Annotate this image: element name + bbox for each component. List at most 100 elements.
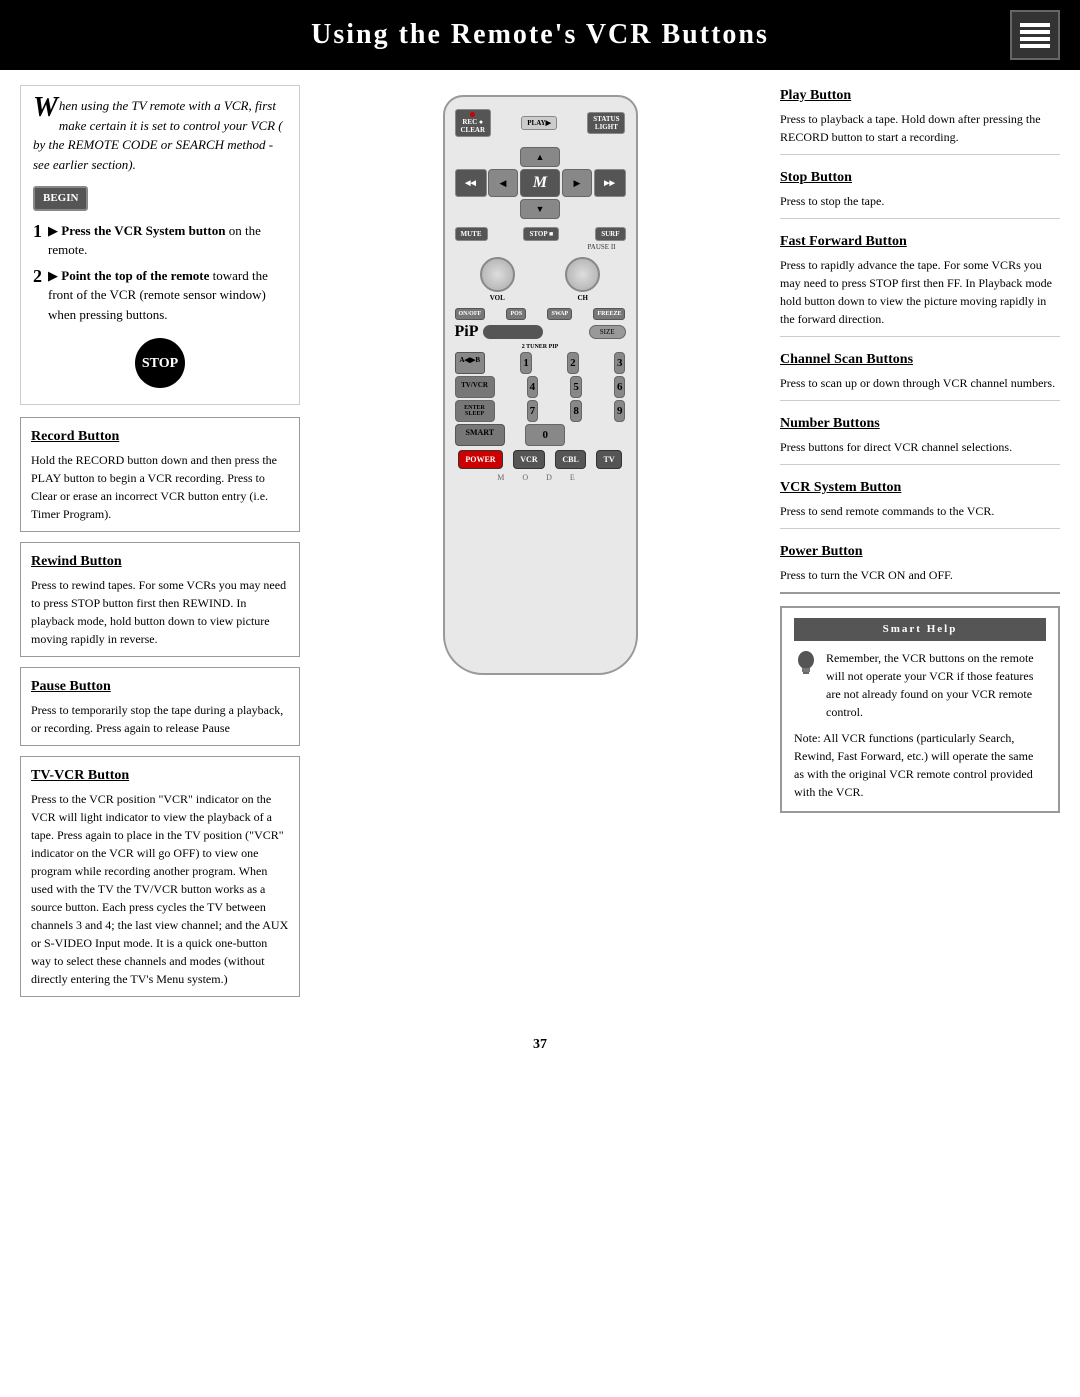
record-button-box: Record Button Hold the RECORD button dow… (20, 417, 300, 532)
step-1-text: ▶ Press the VCR System button on the rem… (48, 221, 287, 260)
num-4-button[interactable]: 4 (527, 376, 539, 398)
step-2-text: ▶ Point the top of the remote toward the… (48, 266, 287, 325)
num-0-button[interactable]: 0 (525, 424, 565, 446)
sleep-label: SLEEP (465, 411, 484, 417)
dropcap: W (33, 96, 58, 120)
header-icon (1010, 10, 1060, 60)
channel-scan-text: Press to scan up or down through VCR cha… (780, 374, 1060, 392)
smart-help-text-2: Note: All VCR functions (particularly Se… (794, 729, 1046, 801)
tv-vcr-label: TV/VCR (461, 381, 488, 389)
ab-label: A◀▶B (460, 356, 481, 364)
num-2-button[interactable]: 2 (567, 352, 579, 374)
stop-button[interactable]: STOP ■ (523, 227, 559, 241)
channel-scan-title: Channel Scan Buttons (780, 349, 1060, 370)
freeze-button[interactable]: FREEZE (593, 308, 625, 320)
ch-knob[interactable] (565, 257, 600, 292)
num-5-button[interactable]: 5 (570, 376, 582, 398)
tuner-label: 2 TUNER PIP (522, 344, 559, 350)
mute-button[interactable]: MUTE (455, 227, 488, 241)
surf-button[interactable]: SURF (595, 227, 625, 241)
rec-dot (470, 112, 475, 117)
pause-button-box: Pause Button Press to temporarily stop t… (20, 667, 300, 746)
stop-button-section: Stop Button Press to stop the tape. (780, 167, 1060, 219)
smart-button[interactable]: SMART (455, 424, 506, 446)
vcr-mode-button[interactable]: VCR (513, 450, 544, 469)
ab-button[interactable]: A◀▶B (455, 352, 486, 374)
vcr-system-title: VCR System Button (780, 477, 1060, 498)
icon-line-3 (1020, 37, 1050, 41)
power-row: POWER VCR CBL TV (455, 450, 626, 469)
rewind-button[interactable]: ◀◀ (455, 169, 487, 197)
nav-empty-2 (562, 147, 592, 167)
main-content: When using the TV remote with a VCR, fir… (0, 70, 1080, 1022)
enter-sleep-button[interactable]: ENTER SLEEP (455, 400, 495, 422)
power-button[interactable]: POWER (458, 450, 502, 469)
rec-label: REC ● (462, 118, 483, 126)
pause-label: PAUSE II (588, 243, 616, 251)
smart-help-box: Smart Help Remember, the VCR buttons on … (780, 606, 1060, 813)
power-button-text: Press to turn the VCR ON and OFF. (780, 566, 1060, 584)
play-button-section: Play Button Press to playback a tape. Ho… (780, 85, 1060, 155)
enter-row: ENTER SLEEP 7 8 9 (455, 400, 626, 422)
number-buttons-title: Number Buttons (780, 413, 1060, 434)
page-header: Using the Remote's VCR Buttons (0, 0, 1080, 70)
cbl-button[interactable]: CBL (555, 450, 585, 469)
ch-label: CH (578, 294, 589, 302)
right-button[interactable]: ▶ (562, 169, 592, 197)
ab-row: A◀▶B 1 2 3 (455, 352, 626, 374)
vcr-system-section: VCR System Button Press to send remote c… (780, 477, 1060, 529)
num-8-button[interactable]: 8 (570, 400, 582, 422)
on-off-button[interactable]: ON/OFF (455, 308, 486, 320)
left-button[interactable]: ◀ (488, 169, 518, 197)
size-button[interactable]: SIZE (589, 325, 626, 339)
mute-stop-row: MUTE STOP ■ SURF (455, 227, 626, 241)
stop-label: STOP ■ (529, 230, 553, 238)
remote-top-row: REC ● CLEAR PLAY▶ STATUS LIGHT (455, 109, 626, 137)
stop-icon-button: STOP (135, 338, 185, 388)
remote-control: REC ● CLEAR PLAY▶ STATUS LIGHT ◀◀ (443, 95, 638, 675)
tv-button[interactable]: TV (596, 450, 621, 469)
power-label: POWER (465, 455, 495, 464)
icon-line-1 (1020, 23, 1050, 27)
stop-label: STOP (142, 353, 178, 374)
begin-button[interactable]: BEGIN (33, 186, 88, 211)
page-title: Using the Remote's VCR Buttons (70, 19, 1010, 51)
num-9-button[interactable]: 9 (614, 400, 626, 422)
tv-vcr-button[interactable]: TV/VCR (455, 376, 495, 398)
step-1-number: 1 (33, 221, 42, 243)
vol-label: VOL (490, 294, 505, 302)
stop-button-text: Press to stop the tape. (780, 192, 1060, 210)
number-buttons-section: Number Buttons Press buttons for direct … (780, 413, 1060, 465)
fast-forward-title: Fast Forward Button (780, 231, 1060, 252)
down-button[interactable]: ▼ (520, 199, 560, 219)
pos-button[interactable]: POS (506, 308, 526, 320)
smart-help-content-1: Remember, the VCR buttons on the remote … (794, 649, 1046, 721)
pip-logo: PiP (455, 323, 479, 341)
rewind-button-title: Rewind Button (31, 551, 289, 572)
num-1-button[interactable]: 1 (520, 352, 532, 374)
swap-button[interactable]: SWAP (547, 308, 572, 320)
num-3-button[interactable]: 3 (614, 352, 626, 374)
rewind-button-box: Rewind Button Press to rewind tapes. For… (20, 542, 300, 657)
status-light-button[interactable]: STATUS LIGHT (587, 112, 625, 134)
status-label: STATUS (593, 115, 619, 123)
page-number: 37 (0, 1022, 1080, 1063)
nav-empty-1 (488, 147, 518, 167)
stop-button-title: Stop Button (780, 167, 1060, 188)
num-6-button[interactable]: 6 (614, 376, 626, 398)
vol-knob[interactable] (480, 257, 515, 292)
rec-clear-button[interactable]: REC ● CLEAR (455, 109, 492, 137)
pip-bar (483, 325, 543, 339)
mode-letters: M O D E (455, 473, 626, 482)
channel-scan-section: Channel Scan Buttons Press to scan up or… (780, 349, 1060, 401)
surf-label: SURF (601, 230, 619, 238)
play-button[interactable]: PLAY▶ (521, 116, 557, 130)
menu-center-button[interactable]: M (520, 169, 560, 197)
knob-area: VOL CH (455, 257, 626, 302)
up-button[interactable]: ▲ (520, 147, 560, 167)
intro-box: When using the TV remote with a VCR, fir… (20, 85, 300, 405)
num-7-button[interactable]: 7 (527, 400, 539, 422)
intro-text: When using the TV remote with a VCR, fir… (33, 96, 287, 174)
fast-forward-button[interactable]: ▶▶ (594, 169, 626, 197)
tv-vcr-button-text: Press to the VCR position "VCR" indicato… (31, 790, 289, 988)
